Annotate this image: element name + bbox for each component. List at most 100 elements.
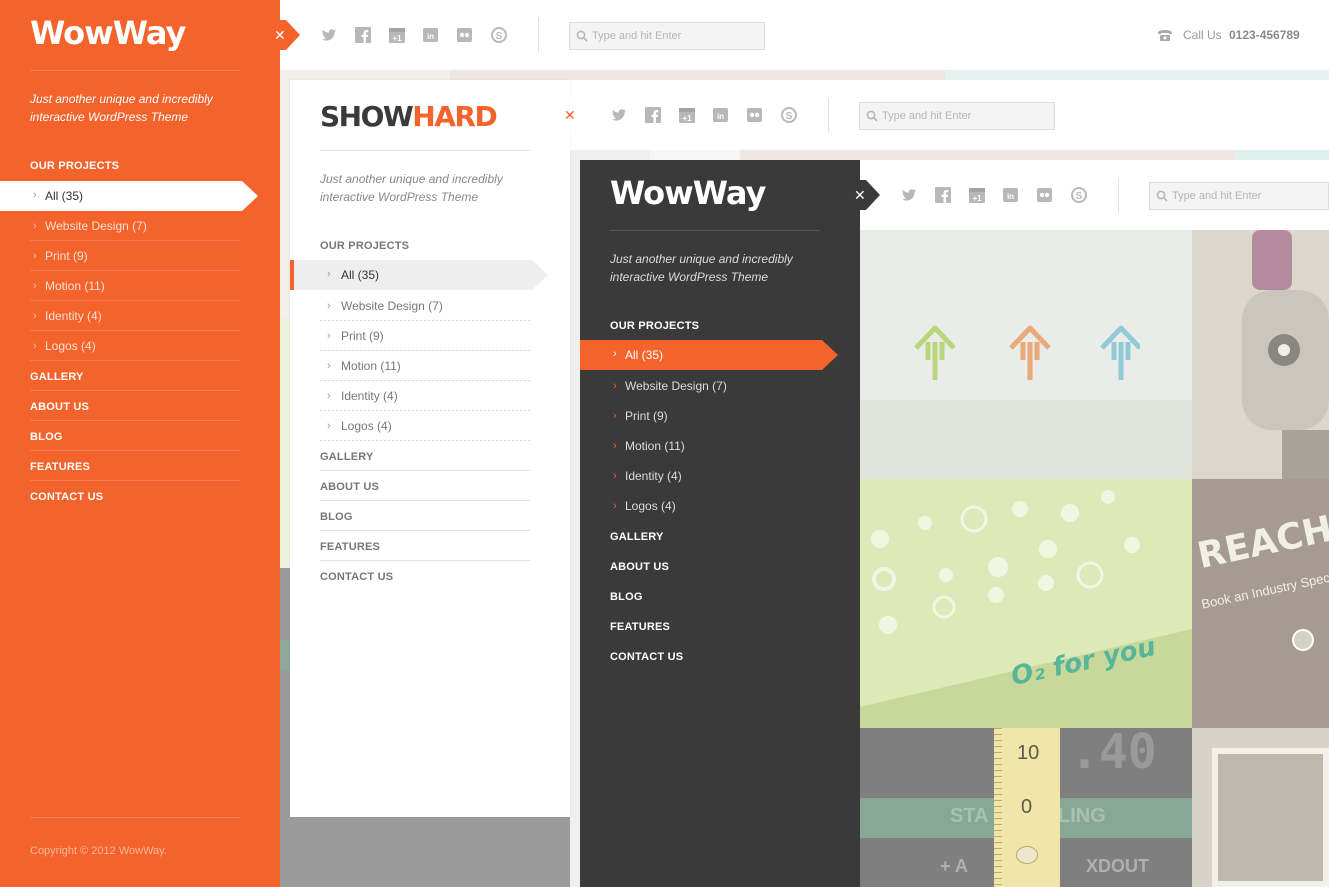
facebook-icon[interactable]	[934, 186, 952, 204]
subnav-item-print[interactable]: › Print (9)	[290, 321, 530, 351]
flickr-icon[interactable]	[1036, 186, 1054, 204]
skype-icon[interactable]: S	[1070, 186, 1088, 204]
subnav-item-motion[interactable]: › Motion (11)	[290, 351, 530, 381]
linkedin-icon[interactable]: in	[1002, 186, 1020, 204]
search-icon	[1156, 190, 1168, 202]
nav-gallery[interactable]: GALLERY	[610, 531, 664, 543]
subnav-item-all-active[interactable]: › All (35)	[0, 181, 258, 211]
gallery-tile-toy[interactable]	[1192, 230, 1329, 479]
skype-icon[interactable]: S	[490, 26, 508, 44]
search-input[interactable]	[882, 103, 1052, 129]
subnav-item-identity[interactable]: › Identity (4)	[290, 381, 530, 411]
search-input[interactable]	[592, 23, 762, 49]
tagline-line: interactive WordPress Theme	[30, 110, 189, 124]
nav-about-us[interactable]: ABOUT US	[610, 561, 669, 573]
skype-icon[interactable]: S	[780, 106, 798, 124]
subnav-item-website-design[interactable]: › Website Design (7)	[0, 211, 240, 241]
linkedin-icon[interactable]: in	[712, 106, 730, 124]
logo[interactable]: WowWay	[610, 174, 766, 212]
nav-blog[interactable]: BLOG	[610, 591, 643, 603]
search-box[interactable]	[569, 22, 765, 50]
nav-gallery[interactable]: GALLERY	[30, 371, 84, 383]
divider	[320, 470, 530, 471]
search-input[interactable]	[1172, 183, 1322, 209]
subnav-item-website-design[interactable]: › Website Design (7)	[290, 291, 530, 321]
twitter-icon[interactable]	[610, 106, 628, 124]
chevron-right-icon: ›	[327, 420, 331, 432]
nav-gallery[interactable]: GALLERY	[320, 451, 374, 463]
logo-part: HARD	[412, 100, 497, 133]
nav-our-projects[interactable]: OUR PROJECTS	[320, 240, 409, 252]
nav-contact-us[interactable]: CONTACT US	[320, 571, 393, 583]
nav-blog[interactable]: BLOG	[30, 431, 63, 443]
divider	[30, 390, 240, 391]
nav-about-us[interactable]: ABOUT US	[320, 481, 379, 493]
nav-our-projects[interactable]: OUR PROJECTS	[610, 320, 699, 332]
subnav-item-logos[interactable]: › Logos (4)	[580, 491, 820, 521]
search-box[interactable]	[859, 102, 1055, 130]
ruler-hook	[1016, 846, 1038, 864]
subnav-item-identity[interactable]: › Identity (4)	[0, 301, 240, 331]
toy-figure-graphic	[1242, 230, 1329, 479]
subnav-label: Identity (4)	[625, 469, 682, 483]
active-item-shape	[0, 181, 258, 211]
logo[interactable]: SHOWHARD	[320, 100, 498, 133]
google-plus-icon[interactable]: +1	[388, 26, 406, 44]
close-icon[interactable]: ✕	[564, 108, 576, 122]
facebook-icon[interactable]	[354, 26, 372, 44]
divider	[320, 560, 530, 561]
close-icon[interactable]: ✕	[854, 188, 866, 202]
subnav-item-logos[interactable]: › Logos (4)	[290, 411, 530, 441]
phone-number[interactable]: 0123-456789	[1229, 28, 1300, 42]
svg-text:S: S	[496, 31, 503, 42]
nav-features[interactable]: FEATURES	[610, 621, 670, 633]
subnav-label: Identity (4)	[45, 309, 102, 323]
linkedin-icon[interactable]: in	[422, 26, 440, 44]
divider	[30, 450, 240, 451]
chevron-right-icon: ›	[327, 390, 331, 402]
close-icon[interactable]: ✕	[274, 28, 286, 42]
gallery-grid: O₂ for you REACH YO Book an Industry Spe…	[860, 230, 1329, 887]
subnav-item-website-design[interactable]: › Website Design (7)	[580, 371, 820, 401]
svg-text:+1: +1	[972, 194, 982, 203]
nav-features[interactable]: FEATURES	[30, 461, 90, 473]
chevron-right-icon: ›	[613, 380, 617, 392]
flickr-icon[interactable]	[746, 106, 764, 124]
gallery-tile[interactable]	[1235, 150, 1329, 160]
subnav-item-motion[interactable]: › Motion (11)	[0, 271, 240, 301]
subnav-item-logos[interactable]: › Logos (4)	[0, 331, 240, 361]
google-plus-icon[interactable]: +1	[678, 106, 696, 124]
subnav-item-identity[interactable]: › Identity (4)	[580, 461, 820, 491]
gallery-tile-reach[interactable]: REACH YO Book an Industry Speci	[1192, 479, 1329, 728]
twitter-icon[interactable]	[900, 186, 918, 204]
timer-label: LING	[1058, 805, 1106, 827]
nav-about-us[interactable]: ABOUT US	[30, 401, 89, 413]
flickr-icon[interactable]	[456, 26, 474, 44]
subnav-item-motion[interactable]: › Motion (11)	[580, 431, 820, 461]
subnav-item-print[interactable]: › Print (9)	[580, 401, 820, 431]
twitter-icon[interactable]	[320, 26, 338, 44]
divider	[610, 230, 820, 231]
subnav-label: Identity (4)	[341, 389, 398, 403]
subnav-item-all-active[interactable]: › All (35)	[290, 260, 548, 290]
gallery-tile[interactable]	[740, 150, 1235, 160]
search-box[interactable]	[1149, 182, 1329, 210]
gallery-tile-arrows[interactable]	[860, 230, 1192, 479]
subnav-label: All (35)	[625, 348, 664, 362]
gallery-tile-frame[interactable]	[1192, 728, 1329, 887]
nav-features[interactable]: FEATURES	[320, 541, 380, 553]
subnav-item-all-active[interactable]: › All (35)	[580, 340, 838, 370]
google-plus-icon[interactable]: +1	[968, 186, 986, 204]
subnav-label: All (35)	[45, 189, 84, 203]
subnav-label: Motion (11)	[625, 439, 685, 453]
subnav-item-print[interactable]: › Print (9)	[0, 241, 240, 271]
nav-contact-us[interactable]: CONTACT US	[30, 491, 103, 503]
nav-blog[interactable]: BLOG	[320, 511, 353, 523]
facebook-icon[interactable]	[644, 106, 662, 124]
nav-our-projects[interactable]: OUR PROJECTS	[30, 160, 119, 172]
logo[interactable]: WowWay	[30, 14, 186, 52]
gallery-tile-timer[interactable]: .40 STA LING + A XDOUT 10 0	[860, 724, 1192, 887]
gallery-tile-o2[interactable]: O₂ for you	[860, 479, 1192, 728]
chevron-right-icon: ›	[33, 310, 37, 322]
nav-contact-us[interactable]: CONTACT US	[610, 651, 683, 663]
